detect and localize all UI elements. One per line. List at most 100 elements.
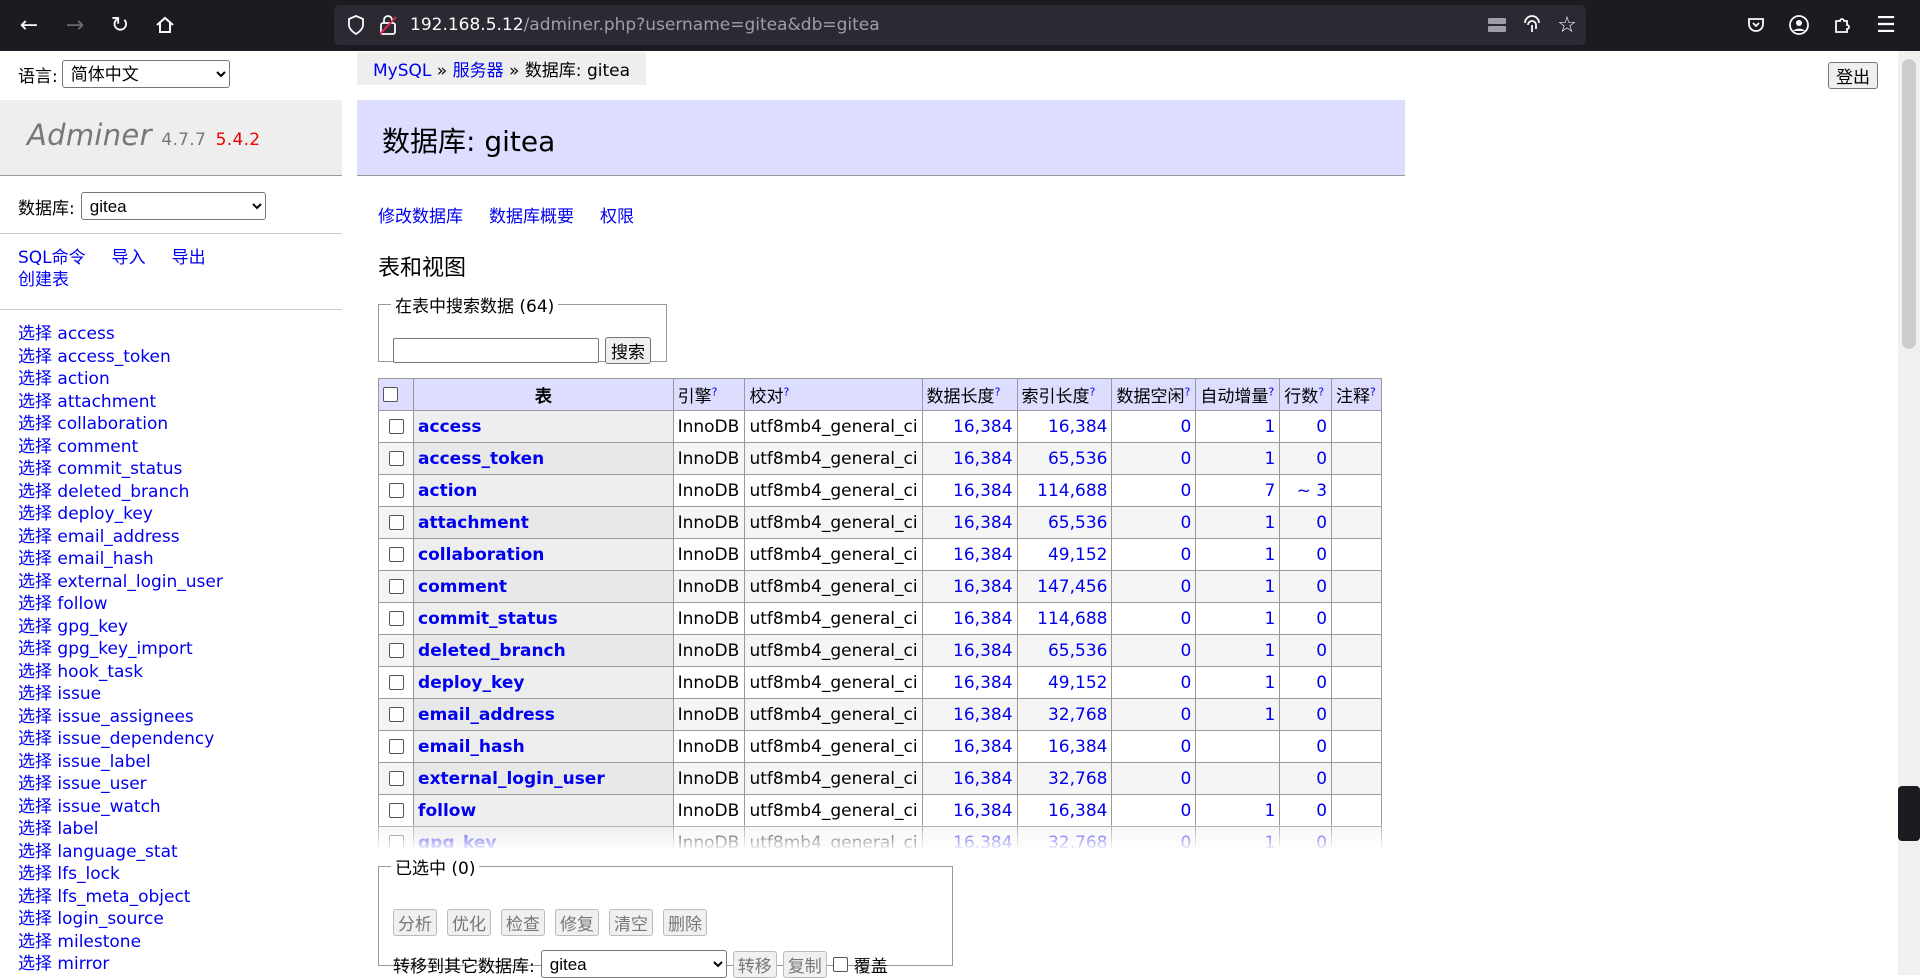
cell-value-link[interactable]: 0 xyxy=(1316,801,1327,821)
select-table-link[interactable]: 选择 xyxy=(18,864,52,884)
database-schema-link[interactable]: 数据库概要 xyxy=(489,207,574,227)
select-table-link[interactable]: 选择 xyxy=(18,392,52,412)
table-structure-link[interactable]: issue_assignees xyxy=(57,707,193,727)
export-link[interactable]: 导出 xyxy=(172,248,206,268)
table-structure-link[interactable]: issue_user xyxy=(57,774,146,794)
cell-value-link[interactable]: 0 xyxy=(1316,737,1327,757)
cell-value-link[interactable]: 0 xyxy=(1316,577,1327,597)
select-table-link[interactable]: 选择 xyxy=(18,504,52,524)
cell-value-link[interactable]: 32,768 xyxy=(1048,769,1107,789)
tables-container[interactable]: 表 引擎? 校对? 数据长度? 索引长度? 数据空闲? 自动增量? 行数? 注释… xyxy=(378,378,1382,848)
row-checkbox[interactable] xyxy=(388,547,404,562)
cell-value-link[interactable]: 16,384 xyxy=(1048,417,1107,437)
cell-value-link[interactable]: ~ 3 xyxy=(1297,481,1327,501)
table-structure-link[interactable]: issue_dependency xyxy=(57,729,214,749)
help-mark[interactable]: ? xyxy=(1184,385,1190,398)
select-table-link[interactable]: 选择 xyxy=(18,662,52,682)
table-name-link[interactable]: comment xyxy=(418,577,507,597)
cell-value-link[interactable]: 16,384 xyxy=(953,801,1012,821)
table-structure-link[interactable]: gpg_key_import xyxy=(57,639,192,659)
create-table-link[interactable]: 创建表 xyxy=(18,270,69,290)
row-checkbox[interactable] xyxy=(388,579,404,594)
table-structure-link[interactable]: lfs_meta_object xyxy=(57,887,190,907)
app-logo[interactable]: Adminer 4.7.7 5.4.2 xyxy=(27,118,260,152)
cell-value-link[interactable]: 0 xyxy=(1316,641,1327,661)
cell-value-link[interactable]: 0 xyxy=(1181,673,1192,693)
select-table-link[interactable]: 选择 xyxy=(18,887,52,907)
cell-value-link[interactable]: 16,384 xyxy=(953,737,1012,757)
select-table-link[interactable]: 选择 xyxy=(18,842,52,862)
cell-value-link[interactable]: 0 xyxy=(1181,705,1192,725)
cell-value-link[interactable]: 16,384 xyxy=(953,769,1012,789)
menu-icon[interactable]: ☰ xyxy=(1869,8,1903,42)
cell-value-link[interactable]: 1 xyxy=(1264,705,1275,725)
forward-arrow-icon[interactable]: → xyxy=(58,8,92,42)
table-structure-link[interactable]: collaboration xyxy=(57,414,168,434)
cell-value-link[interactable]: 1 xyxy=(1264,417,1275,437)
cell-value-link[interactable]: 65,536 xyxy=(1048,641,1107,661)
table-structure-link[interactable]: access xyxy=(57,324,114,344)
select-table-link[interactable]: 选择 xyxy=(18,459,52,479)
cell-value-link[interactable]: 7 xyxy=(1264,481,1275,501)
table-name-link[interactable]: commit_status xyxy=(418,609,558,629)
help-mark[interactable]: ? xyxy=(1370,385,1376,398)
cell-value-link[interactable]: 0 xyxy=(1181,481,1192,501)
table-structure-link[interactable]: language_stat xyxy=(57,842,177,862)
cell-value-link[interactable]: 16,384 xyxy=(953,577,1012,597)
table-structure-link[interactable]: email_address xyxy=(57,527,179,547)
row-checkbox[interactable] xyxy=(388,611,404,626)
cell-value-link[interactable]: 16,384 xyxy=(953,481,1012,501)
select-table-link[interactable]: 选择 xyxy=(18,369,52,389)
table-structure-link[interactable]: attachment xyxy=(57,392,156,412)
cell-value-link[interactable]: 0 xyxy=(1316,513,1327,533)
cell-value-link[interactable]: 0 xyxy=(1316,673,1327,693)
table-name-link[interactable]: email_hash xyxy=(418,737,525,757)
cell-value-link[interactable]: 0 xyxy=(1181,449,1192,469)
cell-value-link[interactable]: 16,384 xyxy=(953,545,1012,565)
select-table-link[interactable]: 选择 xyxy=(18,752,52,772)
cell-value-link[interactable]: 0 xyxy=(1181,609,1192,629)
table-structure-link[interactable]: lfs_lock xyxy=(57,864,119,884)
move-button[interactable]: 转移 xyxy=(732,950,777,978)
cell-value-link[interactable]: 16,384 xyxy=(953,513,1012,533)
cell-value-link[interactable]: 1 xyxy=(1264,449,1275,469)
check-button[interactable]: 检查 xyxy=(501,909,545,936)
row-checkbox[interactable] xyxy=(388,451,404,466)
select-table-link[interactable]: 选择 xyxy=(18,909,52,929)
table-structure-link[interactable]: issue xyxy=(57,684,101,704)
cell-value-link[interactable]: 1 xyxy=(1264,577,1275,597)
table-structure-link[interactable]: hook_task xyxy=(57,662,143,682)
logout-button[interactable]: 登出 xyxy=(1828,62,1878,89)
drop-button[interactable]: 删除 xyxy=(663,909,707,936)
reload-icon[interactable]: ↻ xyxy=(103,8,137,42)
cell-value-link[interactable]: 114,688 xyxy=(1037,609,1107,629)
select-table-link[interactable]: 选择 xyxy=(18,527,52,547)
app-new-version[interactable]: 5.4.2 xyxy=(216,130,261,150)
table-structure-link[interactable]: mirror xyxy=(57,954,109,974)
cell-value-link[interactable]: 147,456 xyxy=(1037,577,1107,597)
pocket-icon[interactable] xyxy=(1739,8,1773,42)
cell-value-link[interactable]: 0 xyxy=(1181,737,1192,757)
page-scrollbar[interactable] xyxy=(1898,51,1920,975)
sql-command-link[interactable]: SQL命令 xyxy=(18,248,86,268)
select-table-link[interactable]: 选择 xyxy=(18,729,52,749)
select-table-link[interactable]: 选择 xyxy=(18,347,52,367)
table-name-link[interactable]: follow xyxy=(418,801,476,821)
help-mark[interactable]: ? xyxy=(995,385,1001,398)
cell-value-link[interactable]: 65,536 xyxy=(1048,449,1107,469)
select-table-link[interactable]: 选择 xyxy=(18,572,52,592)
table-structure-link[interactable]: issue_watch xyxy=(57,797,160,817)
cell-value-link[interactable]: 16,384 xyxy=(953,641,1012,661)
cell-value-link[interactable]: 114,688 xyxy=(1037,481,1107,501)
cell-value-link[interactable]: 16,384 xyxy=(1048,737,1107,757)
cell-value-link[interactable]: 49,152 xyxy=(1048,545,1107,565)
row-checkbox[interactable] xyxy=(388,419,404,434)
select-table-link[interactable]: 选择 xyxy=(18,414,52,434)
cell-value-link[interactable]: 0 xyxy=(1316,449,1327,469)
bookmark-star-icon[interactable]: ☆ xyxy=(1555,13,1579,38)
cell-value-link[interactable]: 0 xyxy=(1181,641,1192,661)
cell-value-link[interactable]: 0 xyxy=(1181,513,1192,533)
search-button[interactable]: 搜索 xyxy=(605,337,651,364)
optimize-button[interactable]: 优化 xyxy=(447,909,491,936)
cell-value-link[interactable]: 0 xyxy=(1181,769,1192,789)
